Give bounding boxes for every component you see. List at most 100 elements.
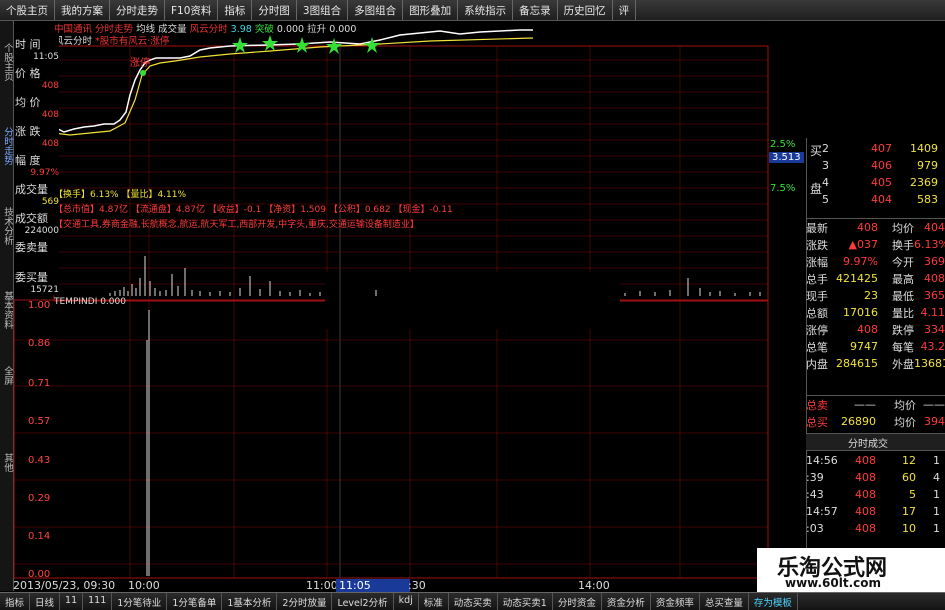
bottom-tab[interactable]: 日线 [30,593,61,610]
stat-value-2: 369 [924,255,945,268]
stat-row: 总手 421425 最高 408 [806,270,945,287]
pct-scale-1: 2.5% [770,139,796,150]
stat-row: 最新 408 均价 404 [806,219,945,236]
bottom-tab[interactable]: 指标 [0,593,31,610]
stat-value: 408 [857,323,878,336]
tick-flag: 1 [933,522,940,535]
bottom-tab[interactable]: 动态买卖 [449,593,498,610]
time-label-start: 2013/05/23, 09:30 [13,579,116,592]
limit-up-label: 涨停 [130,56,150,69]
bid-level: 2 [822,142,829,155]
bid-volume: 979 [917,159,938,172]
stat-label-2: 今开 [892,255,914,269]
bottom-tab[interactable]: 资金分析 [602,593,651,610]
stat-label: 涨停 [806,323,828,337]
tick-flag: 1 [933,454,940,467]
bid-price: 405 [871,176,892,189]
label-time: 时 间 [15,38,41,51]
bottom-tab[interactable]: 分时资金 [553,593,602,610]
stat-label: 最新 [806,221,828,235]
stat-value: 284615 [836,357,878,370]
value-time: 11:05 [33,52,59,62]
stat-value: 408 [857,221,878,234]
tick-volume: 12 [902,454,916,467]
tick-time: :43 [806,488,824,501]
sell-total-label: 总卖 [806,398,828,412]
sell-total-value: —— [854,398,876,411]
bottom-tab[interactable]: 总买查量 [700,593,749,610]
bottom-tab[interactable]: 2分时放量 [277,593,333,610]
bottom-tab[interactable]: 1基本分析 [222,593,278,610]
stat-label: 涨幅 [806,255,828,269]
tick-price: 408 [855,522,876,535]
stat-row: 总额 17016 量比 4.11 [806,304,945,321]
bottom-tab[interactable]: 动态买卖1 [498,593,553,610]
bottom-tab[interactable]: 标准 [419,593,449,610]
stat-value: 421425 [836,272,878,285]
bid-volume: 583 [917,193,938,206]
stat-label-2: 量比 [892,306,914,320]
label-amount: 成交额 [15,212,48,225]
stat-value: 9.97% [843,255,878,268]
tick-price: 408 [855,454,876,467]
label-price: 价 格 [15,67,41,80]
stat-label-2: 均价 [892,221,914,235]
indicator-y-label: 0.43 [28,455,51,466]
bottom-tab[interactable]: 存为模板 [749,593,798,610]
bid-row[interactable]: 2 407 1409 [806,140,945,157]
tick-time: :39 [806,471,824,484]
intraday-chart[interactable]: 涨停 [0,0,945,609]
tick-price: 408 [855,488,876,501]
bottom-tab[interactable]: 111 [83,593,113,610]
time-label-1000: 10:00 [128,579,160,592]
bottom-tab[interactable]: 1分笔待业 [112,593,168,610]
bid-price: 404 [871,193,892,206]
signal-dot [140,70,146,76]
value-bid-vol: 15721 [30,285,59,295]
bid-row[interactable]: 4 405 2369 [806,174,945,191]
bottom-tab[interactable]: 资金频率 [651,593,700,610]
bid-row[interactable]: 3 406 979 [806,157,945,174]
tick-time: :03 [806,522,824,535]
bottom-tab[interactable]: Level2分析 [332,593,394,610]
time-label-1100: 11:00 [306,579,338,592]
ticks-header-bar: 分时成交 [806,433,945,451]
bottom-tab-bar: 指标 日线 11 111 1分笔待业 1分笔备单 1基本分析 2分时放量 Level2分析 kdj… [0,592,945,610]
value-pct: 9.97% [30,168,59,178]
stat-value-2: 13681 [914,357,945,370]
average-line [53,37,534,136]
stat-value-2: 408 [924,272,945,285]
tick-price: 408 [855,505,876,518]
stat-value: 23 [864,289,878,302]
stat-row: 涨幅 9.97% 今开 369 [806,253,945,270]
indicator-y-label: 0.71 [28,378,51,389]
tick-flag: 1 [933,488,940,501]
tick-row: :39 408 60 4 [806,469,945,486]
tick-flag: 4 [933,471,940,484]
fundamentals-line: 【总市值】4.87亿 【流通盘】4.87亿 【收益】-0.1 【净资】1.509… [54,205,453,215]
breakout-star [262,35,278,51]
stock-fundamentals-overlay: 【换手】6.13% 【量比】4.11% 【总市值】4.87亿 【流通盘】4.87… [54,187,453,230]
tick-time: 14:56 [806,454,838,467]
tick-price: 408 [855,471,876,484]
indicator-y-label: 0.14 [28,531,51,542]
bottom-tab[interactable]: 11 [60,593,84,610]
turnover-line: 【换手】6.13% 【量比】4.11% [54,190,187,200]
stat-row: 涨跌 ▲037 换手6.13% [806,236,945,253]
tick-volume: 10 [902,522,916,535]
bid-row[interactable]: 5 404 583 [806,191,945,208]
ticks-header[interactable]: 分时成交 [848,435,888,450]
tick-time: 14:57 [806,505,838,518]
pct-scale-2: 7.5% [770,183,796,194]
stat-value-2: 6.13% [914,238,945,251]
stat-label-2: 每笔 [892,340,914,354]
bottom-tab[interactable]: kdj [394,593,419,610]
tick-row: :03 408 10 1 [806,520,945,537]
label-volume: 成交量 [15,183,48,196]
tick-volume: 17 [902,505,916,518]
bottom-tab[interactable]: 1分笔备单 [167,593,223,610]
stat-label: 总手 [806,272,828,286]
stat-row: 涨停 408 跌停 334 [806,321,945,338]
stat-label: 总额 [806,306,828,320]
buy-total-value: 26890 [841,415,876,428]
